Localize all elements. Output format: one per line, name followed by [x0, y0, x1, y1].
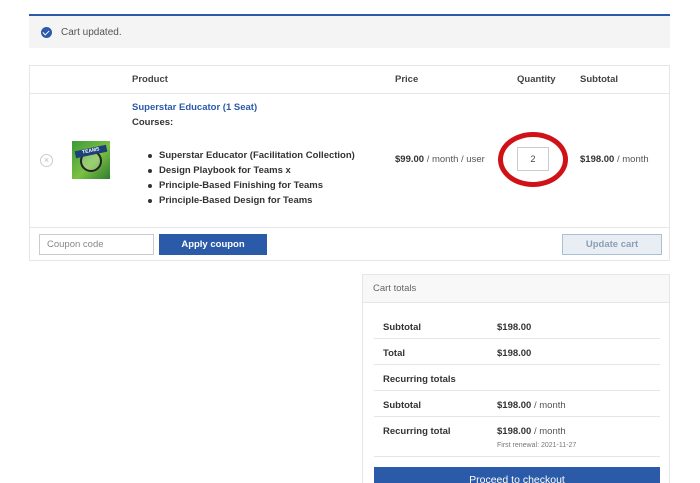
cart-item-row: × TEAMS Superstar Educator (1 Seat) Cour…: [30, 94, 669, 228]
totals-row-subtotal: Subtotal $198.00: [374, 313, 660, 339]
totals-value: $198.00: [497, 348, 531, 359]
cart-table-header: Product Price Quantity Subtotal: [30, 66, 669, 94]
update-cart-button[interactable]: Update cart: [562, 234, 662, 255]
totals-unit: / month: [531, 400, 566, 411]
totals-label: Recurring total: [383, 426, 451, 437]
apply-coupon-button[interactable]: Apply coupon: [159, 234, 267, 255]
totals-value: $198.00 / month: [497, 400, 566, 411]
totals-amount: $198.00: [497, 322, 532, 333]
item-subtotal: $198.00 / month: [580, 154, 649, 165]
remove-item-icon[interactable]: ×: [40, 154, 53, 167]
totals-label: Total: [383, 348, 405, 359]
totals-value: $198.00 / month: [497, 426, 566, 437]
totals-value: $198.00: [497, 322, 531, 333]
totals-row-total: Total $198.00: [374, 339, 660, 365]
totals-label: Recurring totals: [383, 374, 456, 385]
product-thumbnail[interactable]: TEAMS: [72, 141, 110, 179]
price-unit: / month / user: [424, 154, 485, 165]
totals-row-recurring-total: Recurring total $198.00 / month First re…: [374, 417, 660, 457]
subtotal-amount: $198.00: [580, 154, 615, 165]
totals-unit: / month: [531, 426, 566, 437]
totals-amount: $198.00: [497, 426, 532, 437]
header-price: Price: [395, 74, 419, 85]
totals-row-recurring-subtotal: Subtotal $198.00 / month: [374, 391, 660, 417]
coupon-code-input[interactable]: Coupon code: [39, 234, 154, 255]
header-product: Product: [132, 74, 168, 85]
cart-totals: Cart totals Subtotal $198.00 Total $198.…: [362, 274, 670, 483]
header-subtotal: Subtotal: [580, 74, 618, 85]
courses-label: Courses:: [132, 117, 174, 128]
cart-table: Product Price Quantity Subtotal × TEAMS …: [29, 65, 670, 261]
quantity-input[interactable]: 2: [517, 147, 549, 171]
subtotal-unit: / month: [614, 154, 649, 165]
course-item: Superstar Educator (Facilitation Collect…: [148, 150, 355, 165]
header-quantity: Quantity: [517, 74, 556, 85]
totals-label: Subtotal: [383, 400, 421, 411]
course-item: Design Playbook for Teams x: [148, 165, 355, 180]
first-renewal-note: First renewal: 2021-11-27: [497, 442, 577, 449]
course-item: Principle-Based Design for Teams: [148, 195, 355, 210]
totals-amount: $198.00: [497, 400, 532, 411]
course-item: Principle-Based Finishing for Teams: [148, 180, 355, 195]
cart-actions: Coupon code Apply coupon Update cart: [30, 228, 669, 261]
price-amount: $99.00: [395, 154, 425, 165]
cart-updated-notice: Cart updated.: [29, 14, 670, 48]
item-price: $99.00 / month / user: [395, 154, 485, 165]
course-list: Superstar Educator (Facilitation Collect…: [148, 150, 355, 210]
notice-message: Cart updated.: [61, 26, 122, 38]
totals-label: Subtotal: [383, 322, 421, 333]
proceed-to-checkout-button[interactable]: Proceed to checkout: [374, 467, 660, 483]
product-name-link[interactable]: Superstar Educator (1 Seat): [132, 102, 257, 113]
totals-row-recurring-heading: Recurring totals: [374, 365, 660, 391]
totals-amount: $198.00: [497, 348, 532, 359]
cart-totals-title: Cart totals: [363, 275, 669, 303]
check-circle-icon: [41, 26, 52, 38]
